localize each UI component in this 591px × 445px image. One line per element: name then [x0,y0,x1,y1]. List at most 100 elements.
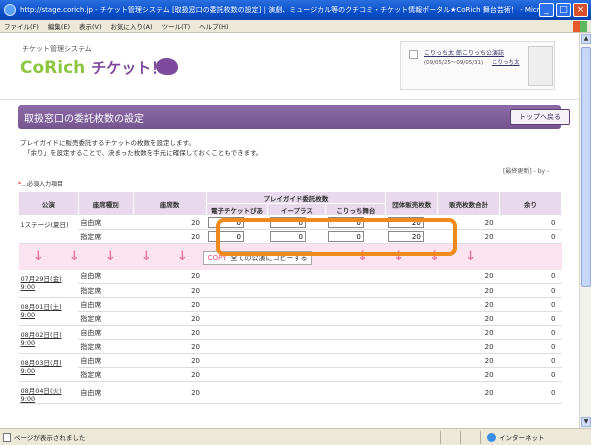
windows-logo-icon [573,21,587,32]
seat-type: 指定席 [78,367,134,382]
user-dates: (09/05/25〜09/05/31) [424,60,484,66]
vertical-scrollbar[interactable]: ▲ ▼ [579,33,591,428]
empty-cell [385,311,438,326]
seat-count: 20 [133,353,207,368]
section-header: 取扱窓口の委託枚数の設定 トップへ戻る [18,105,570,129]
user-link-short[interactable]: こりっち太 [492,58,520,66]
user-checkbox[interactable] [409,50,418,59]
seat-count: 20 [133,283,207,298]
empty-cell [267,353,326,368]
table-row: 指定席 20 20 0 [19,283,562,298]
remaining-value: 0 [499,325,562,340]
total-value: 20 [437,311,500,326]
total-value: 20 [437,339,500,354]
header-seat-count: 座席数 [132,191,207,216]
performance-datetime[interactable]: 08月04日(火) 9:00 [18,381,79,404]
empty-cell [206,353,268,368]
performance-time: 9:00 [20,282,36,291]
maximize-button[interactable]: □ [556,3,571,17]
remaining-value: 0 [499,269,562,284]
globe-icon [487,432,496,442]
required-note: *…必須入力項目 [18,181,64,188]
menu-view[interactable]: 表示(V) [79,21,102,31]
remaining-value: 0 [499,229,562,244]
empty-cell [206,283,268,298]
table-row: 08月01日(土) 9:00 自由席 20 20 0 [18,297,562,326]
remaining-value: 0 [499,381,562,404]
table-row: 08月03日(月) 9:00 自由席 20 20 0 [18,353,562,382]
table-row: 07月29日(金) 9:00 自由席 20 20 0 [18,269,562,298]
empty-cell [206,381,268,404]
empty-cell [267,381,326,404]
empty-cell [267,311,326,326]
menu-edit[interactable]: 編集(E) [48,21,70,31]
total-value: 20 [437,367,500,382]
empty-cell [385,269,438,284]
menu-file[interactable]: ファイル(F) [4,21,39,31]
performance-datetime[interactable]: 08月02日(日) 9:00 [18,325,79,354]
seat-type: 指定席 [78,311,134,326]
header-seat-type: 座席種別 [77,191,134,216]
seat-count: 20 [133,367,207,382]
close-button[interactable]: × [573,3,588,17]
empty-cell [325,311,386,326]
empty-cell [385,381,438,404]
empty-cell [325,353,386,368]
seat-count: 20 [133,269,207,284]
highlight-frame [216,218,457,256]
down-arrow-icon: ↓ [33,248,44,264]
performance-time: 9:00 [20,311,36,319]
seat-type: 自由席 [78,215,134,230]
total-value: 20 [437,283,500,298]
menu-help[interactable]: ヘルプ(H) [199,21,228,31]
seat-type: 自由席 [78,269,134,284]
empty-cell [385,339,438,354]
empty-cell [267,339,326,354]
header-remaining: 余り [499,191,562,216]
remaining-value: 0 [499,283,562,298]
brand-jp: チケット！ [91,59,167,77]
brand-mascot-icon [156,58,178,75]
back-to-top-button[interactable]: トップへ戻る [510,109,570,125]
status-text: ページが表示されました [14,434,86,442]
window-title: http://stage.corich.jp - チケット管理システム [取扱窓… [20,6,540,14]
header-group-sales: 団体販売枚数 [385,191,439,216]
empty-cell [325,269,386,284]
empty-cell [206,339,268,354]
performance-datetime[interactable]: 07月29日(金) 9:00 [18,269,79,298]
minimize-button[interactable]: _ [539,3,554,17]
empty-cell [385,367,438,382]
empty-cell [206,367,268,382]
empty-cell [206,297,268,312]
seat-count: 20 [133,325,207,340]
last-update: [最終更新] - by - [503,168,550,175]
scroll-up-button[interactable]: ▲ [581,34,591,44]
performance-date: 08月01日(土) [20,303,62,311]
performance-date: 07月29日(金) [20,274,62,283]
menu-favorites[interactable]: お気に入り(A) [111,21,153,31]
seat-type: 指定席 [78,229,134,244]
empty-cell [325,297,386,312]
empty-cell [206,325,268,340]
scroll-down-button[interactable]: ▼ [581,417,591,427]
user-link[interactable]: こりっち太 郎こりっち公演誌 [424,48,504,57]
performance-time: 9:00 [20,339,36,347]
down-arrow-icon: ↓ [69,248,80,264]
brand-logo[interactable]: CoRich チケット！ [20,57,166,78]
menu-tools[interactable]: ツール(T) [162,21,191,31]
table-row: 指定席 20 20 0 [19,367,562,382]
empty-cell [325,339,386,354]
total-value: 20 [437,325,500,340]
performance-datetime[interactable]: 08月01日(土) 9:00 [18,297,79,326]
performance-datetime[interactable]: 08月03日(月) 9:00 [18,353,79,382]
down-arrow-icon: ↓ [105,248,116,264]
empty-cell [385,297,438,312]
scroll-thumb[interactable] [581,47,591,287]
performance-time: 9:00 [20,395,36,403]
header-corich: こりっち舞台 [325,203,387,216]
empty-cell [267,325,326,340]
total-value: 20 [437,269,500,284]
header-eplus: イープラス [267,203,327,216]
empty-cell [385,353,438,368]
empty-cell [385,325,438,340]
